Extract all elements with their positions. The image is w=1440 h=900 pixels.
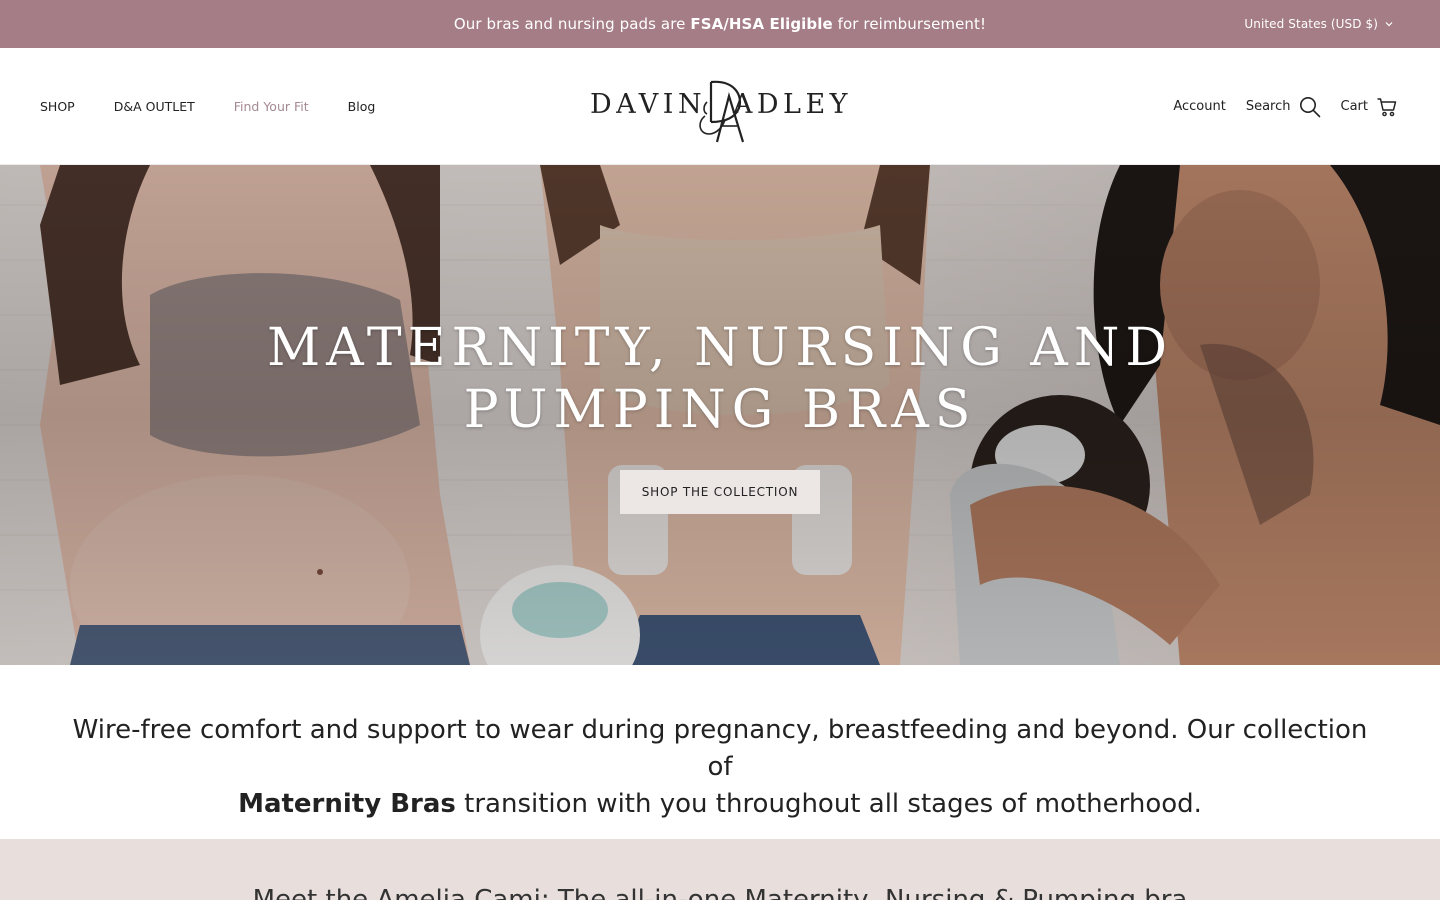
search-icon: [1299, 96, 1320, 117]
nav-item-shop[interactable]: SHOP: [40, 99, 75, 114]
announcement-highlight: FSA/HSA Eligible: [690, 15, 833, 33]
search-label: Search: [1245, 99, 1291, 114]
account-label: Account: [1173, 99, 1226, 114]
logo-text-right: ADLEY: [732, 89, 852, 120]
currency-label: United States (USD $): [1244, 17, 1378, 31]
announcement-text: Our bras and nursing pads are FSA/HSA El…: [454, 15, 986, 33]
logo-text-left: DAVIN: [590, 89, 707, 120]
nav-item-outlet[interactable]: D&A OUTLET: [114, 99, 195, 114]
intro-line2: transition with you throughout all stage…: [455, 789, 1202, 819]
announcement-prefix: Our bras and nursing pads are: [453, 15, 691, 33]
hero-title: MATERNITY, NURSING AND PUMPING BRAS: [0, 317, 1440, 441]
feature-band-heading: Meet the Amelia Cami: The all-in-one Mat…: [252, 885, 1188, 900]
site-header: SHOP D&A OUTLET Find Your Fit Blog DAVIN…: [0, 48, 1440, 165]
search-button[interactable]: Search: [1246, 96, 1321, 118]
intro-line1: Wire-free comfort and support to wear du…: [72, 715, 1368, 782]
feature-band: Meet the Amelia Cami: The all-in-one Mat…: [0, 839, 1440, 900]
hero-title-line2: PUMPING BRAS: [463, 380, 977, 440]
shop-collection-button[interactable]: SHOP THE COLLECTION: [620, 470, 820, 514]
cart-icon: [1377, 97, 1397, 116]
intro-bold-link[interactable]: Maternity Bras: [238, 789, 456, 819]
currency-selector[interactable]: United States (USD $): [1244, 0, 1394, 48]
site-logo[interactable]: DAVIN ADLEY: [588, 76, 852, 143]
cart-label: Cart: [1340, 99, 1369, 114]
account-link[interactable]: Account: [1173, 99, 1226, 114]
main-nav: SHOP D&A OUTLET Find Your Fit Blog: [40, 48, 414, 165]
header-actions: Account Search Cart: [1153, 48, 1398, 165]
nav-item-blog[interactable]: Blog: [348, 99, 376, 114]
announcement-bar: Our bras and nursing pads are FSA/HSA El…: [0, 0, 1440, 48]
intro-text: Wire-free comfort and support to wear du…: [60, 712, 1380, 823]
hero-banner: MATERNITY, NURSING AND PUMPING BRAS SHOP…: [0, 165, 1440, 665]
nav-item-find-your-fit[interactable]: Find Your Fit: [234, 99, 309, 114]
announcement-suffix: for reimbursement!: [832, 15, 987, 33]
hero-title-line1: MATERNITY, NURSING AND: [266, 318, 1174, 378]
cart-button[interactable]: Cart: [1341, 96, 1399, 118]
chevron-down-icon: [1385, 22, 1393, 27]
